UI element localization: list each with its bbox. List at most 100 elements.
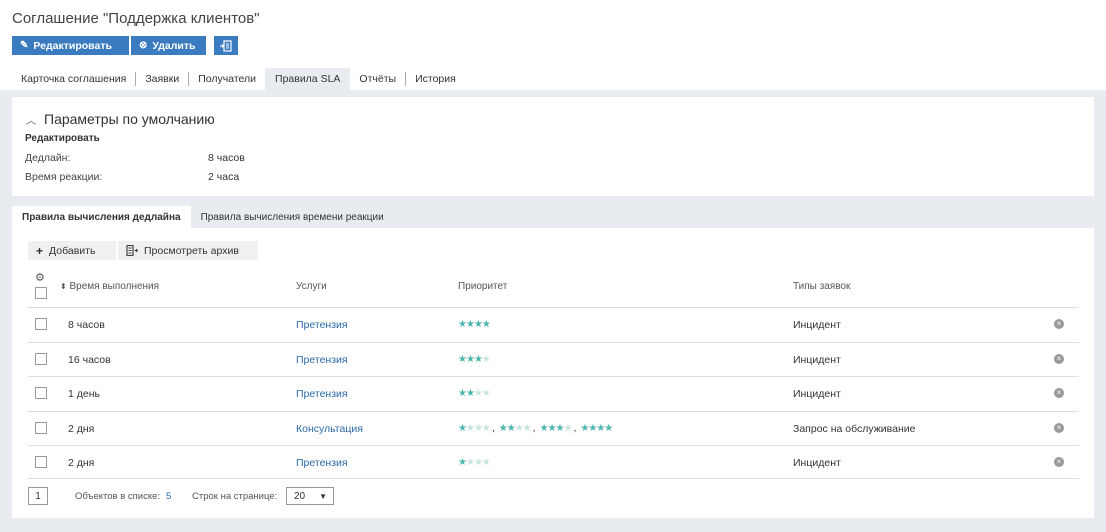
star-empty-icon: ★ bbox=[481, 457, 491, 468]
star-filled-icon: ★ bbox=[506, 422, 516, 434]
star-empty-icon: ★ bbox=[465, 422, 475, 434]
row-time: 2 дня bbox=[68, 422, 95, 435]
star-empty-icon: ★ bbox=[473, 457, 483, 468]
chevron-down-icon: ▼ bbox=[319, 492, 327, 501]
table-row[interactable]: 16 часов Претензия ★★★★ Инцидент × bbox=[28, 341, 1079, 376]
row-time: 2 дня bbox=[68, 457, 95, 469]
row-priority: ★★★★ bbox=[458, 456, 491, 468]
remove-circle-icon[interactable]: × bbox=[1054, 457, 1064, 467]
row-checkbox[interactable] bbox=[35, 456, 47, 468]
row-priority: ★★★★ bbox=[458, 353, 491, 365]
gear-icon[interactable]: ⚙ bbox=[35, 271, 45, 284]
row-checkbox[interactable] bbox=[35, 421, 47, 434]
archive-icon bbox=[126, 245, 138, 256]
default-parameters-header[interactable]: ︿ Параметры по умолчанию bbox=[26, 111, 215, 127]
row-request-type: Запрос на обслуживание bbox=[793, 422, 916, 435]
sort-icon: ⬍ bbox=[60, 282, 67, 291]
star-empty-icon: ★ bbox=[481, 388, 491, 399]
page-number[interactable]: 1 bbox=[28, 487, 48, 505]
rows-per-page-value: 20 bbox=[294, 490, 306, 502]
priority-stars: ★★★★ bbox=[458, 387, 491, 399]
tab-agreement-card[interactable]: Карточка соглашения bbox=[12, 72, 137, 86]
remove-circle-icon[interactable]: × bbox=[1054, 319, 1064, 329]
priority-stars: ★★★★ bbox=[458, 353, 491, 365]
close-circle-icon: ⊗ bbox=[139, 40, 148, 51]
remove-circle-icon[interactable]: × bbox=[1054, 422, 1064, 433]
table-row[interactable]: 2 дня Консультация ★★★★, ★★★★, ★★★★, ★★★★ Запр… bbox=[28, 410, 1079, 445]
rows-per-page-select[interactable]: 20 ▼ bbox=[286, 487, 334, 505]
row-service-link[interactable]: Претензия bbox=[296, 457, 348, 469]
row-checkbox[interactable] bbox=[35, 387, 47, 399]
row-service-link[interactable]: Претензия bbox=[296, 354, 348, 366]
table-row[interactable]: 2 дня Претензия ★★★★ Инцидент × bbox=[28, 445, 1079, 479]
pencil-icon: ✎ bbox=[20, 40, 29, 51]
main-tabs: Карточка соглашения Заявки Получатели Пр… bbox=[12, 68, 465, 90]
row-service-link[interactable]: Консультация bbox=[296, 423, 363, 435]
priority-stars: ★★★★ bbox=[458, 422, 491, 434]
star-empty-icon: ★ bbox=[473, 422, 483, 434]
tab-reaction-rules[interactable]: Правила вычисления времени реакции bbox=[191, 206, 394, 228]
row-service-link[interactable]: Претензия bbox=[296, 388, 348, 400]
row-priority: ★★★★ bbox=[458, 318, 491, 330]
star-filled-icon: ★ bbox=[458, 353, 467, 365]
tab-sla-rules[interactable]: Правила SLA bbox=[265, 68, 351, 90]
chevron-up-icon[interactable]: ︿ bbox=[26, 112, 36, 127]
row-checkbox[interactable] bbox=[35, 318, 47, 330]
document-export-icon bbox=[220, 39, 232, 52]
rows-per-page-label: Строк на странице: bbox=[192, 491, 278, 502]
star-filled-icon: ★ bbox=[458, 388, 467, 399]
add-rule-button[interactable]: + Добавить bbox=[28, 241, 116, 260]
table-row[interactable]: 1 день Претензия ★★★★ Инцидент × bbox=[28, 376, 1079, 410]
row-request-type: Инцидент bbox=[793, 319, 841, 331]
star-empty-icon: ★ bbox=[481, 422, 491, 434]
row-time: 16 часов bbox=[68, 353, 111, 366]
defaults-edit-link[interactable]: Редактировать bbox=[25, 133, 100, 144]
star-empty-icon: ★ bbox=[473, 388, 483, 399]
table-row[interactable]: 8 часов Претензия ★★★★ Инцидент × bbox=[28, 307, 1079, 341]
star-filled-icon: ★ bbox=[555, 422, 565, 434]
priority-stars: ★★★★ bbox=[499, 422, 532, 434]
star-filled-icon: ★ bbox=[604, 422, 613, 434]
remove-circle-icon[interactable]: × bbox=[1054, 353, 1064, 364]
star-filled-icon: ★ bbox=[465, 319, 475, 330]
star-empty-icon: ★ bbox=[481, 353, 491, 365]
edit-button-label: Редактировать bbox=[33, 39, 112, 52]
star-filled-icon: ★ bbox=[458, 457, 467, 468]
star-filled-icon: ★ bbox=[473, 319, 483, 330]
row-request-type: Инцидент bbox=[793, 353, 841, 366]
tab-history[interactable]: История bbox=[406, 72, 465, 86]
star-filled-icon: ★ bbox=[473, 353, 483, 365]
row-service-link[interactable]: Претензия bbox=[296, 319, 348, 331]
row-request-type: Инцидент bbox=[793, 388, 841, 400]
delete-button[interactable]: ⊗ Удалить bbox=[131, 36, 206, 55]
priority-separator: , bbox=[573, 421, 577, 434]
row-time: 8 часов bbox=[68, 319, 105, 331]
view-archive-label: Просмотреть архив bbox=[144, 244, 239, 257]
tab-reports[interactable]: Отчёты bbox=[350, 72, 407, 86]
star-filled-icon: ★ bbox=[547, 422, 557, 434]
reaction-value: 2 часа bbox=[208, 171, 240, 183]
remove-circle-icon[interactable]: × bbox=[1054, 388, 1064, 398]
tab-recipients[interactable]: Получатели bbox=[189, 72, 265, 86]
star-empty-icon: ★ bbox=[522, 422, 532, 434]
row-time: 1 день bbox=[68, 388, 100, 400]
export-button[interactable] bbox=[214, 36, 238, 55]
column-header-time[interactable]: ⬍ Время выполнения bbox=[60, 281, 159, 292]
tab-deadline-rules[interactable]: Правила вычисления дедлайна bbox=[12, 206, 191, 228]
tab-requests[interactable]: Заявки bbox=[136, 72, 190, 86]
row-priority: ★★★★ bbox=[458, 387, 491, 399]
plus-icon: + bbox=[36, 243, 44, 258]
priority-stars: ★★★★ bbox=[580, 422, 613, 434]
reaction-label: Время реакции: bbox=[25, 171, 103, 183]
edit-button[interactable]: ✎ Редактировать bbox=[12, 36, 129, 55]
count-value: 5 bbox=[166, 491, 172, 502]
priority-separator: , bbox=[532, 421, 536, 434]
view-archive-button[interactable]: Просмотреть архив bbox=[118, 241, 258, 260]
star-empty-icon: ★ bbox=[514, 422, 524, 434]
row-request-type: Инцидент bbox=[793, 457, 841, 469]
row-checkbox[interactable] bbox=[35, 352, 47, 365]
select-all-checkbox[interactable] bbox=[35, 287, 47, 299]
star-filled-icon: ★ bbox=[465, 388, 475, 399]
rules-panel: + Добавить Просмотреть архив ⚙ ⬍ Время в… bbox=[12, 228, 1094, 518]
delete-button-label: Удалить bbox=[152, 39, 196, 52]
